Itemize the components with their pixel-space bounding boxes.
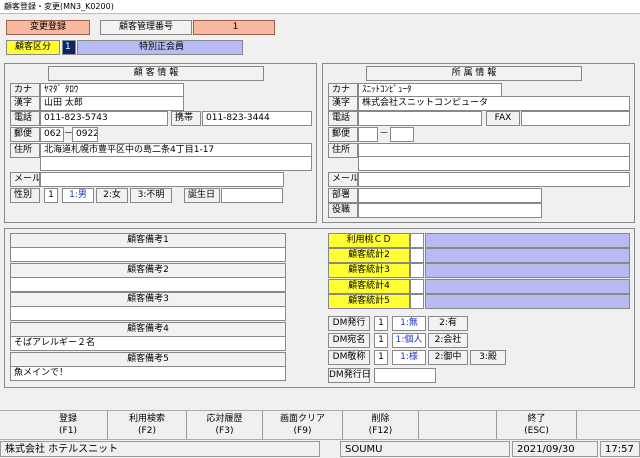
remark3-label: 顧客備考3 <box>10 292 286 307</box>
category-label: 顧客区分 <box>6 40 60 55</box>
customer-gender-code-field[interactable]: 1 <box>44 188 58 203</box>
customer-address-label: 住所 <box>10 143 40 158</box>
customer-mobile-field[interactable]: 011-823-3444 <box>202 111 312 126</box>
register-button[interactable]: 登録 (F1) <box>29 411 108 439</box>
customer-birthday-field[interactable] <box>221 188 283 203</box>
remark1-field[interactable] <box>10 247 286 262</box>
dm-dest-option-personal[interactable]: 1:個人 <box>392 333 426 348</box>
stat2-label: 顧客統計2 <box>328 248 410 263</box>
customer-mail-label: メール <box>10 172 40 187</box>
customer-gender-option-female[interactable]: 2:女 <box>96 188 128 203</box>
customer-no-field[interactable]: 1 <box>193 20 275 35</box>
remark1-label: 顧客備考1 <box>10 233 286 248</box>
stat4-code-field[interactable] <box>410 279 424 294</box>
dm-date-label: DM発行日 <box>328 368 370 383</box>
stat5-name-field <box>425 294 630 309</box>
contact-history-button[interactable]: 応対履歴 (F3) <box>187 411 263 439</box>
customer-phone-field[interactable]: 011-823-5743 <box>40 111 168 126</box>
customer-birthday-label: 誕生日 <box>184 188 220 203</box>
dm-honorific-option-dono[interactable]: 3:殿 <box>470 350 506 365</box>
dm-date-field[interactable] <box>374 368 436 383</box>
dm-honorific-option-sama[interactable]: 1:様 <box>392 350 426 365</box>
empty-function-key <box>419 411 497 439</box>
status-user: SOUMU <box>340 441 510 457</box>
mode-badge: 変更登録 <box>6 20 90 35</box>
stat3-code-field[interactable] <box>410 263 424 278</box>
customer-kanji-field[interactable]: 山田 太郎 <box>40 96 184 111</box>
affiliation-dept-label: 部署 <box>328 188 358 203</box>
affiliation-dept-field[interactable] <box>358 188 542 203</box>
usage-cd-name-field <box>425 233 630 248</box>
usage-search-button[interactable]: 利用検索 (F2) <box>108 411 187 439</box>
affiliation-kanji-field[interactable]: 株式会社スニットコンピュータ <box>358 96 630 111</box>
remark2-field[interactable] <box>10 277 286 292</box>
affiliation-mail-field[interactable] <box>358 172 630 187</box>
affiliation-address2-field[interactable] <box>358 156 630 171</box>
customer-zip1-field[interactable]: 062 <box>40 127 64 142</box>
affiliation-zip2-field[interactable] <box>390 127 414 142</box>
status-time: 17:57 <box>600 441 640 457</box>
remark3-field[interactable] <box>10 306 286 321</box>
affiliation-mail-label: メール <box>328 172 358 187</box>
clear-screen-button[interactable]: 画面クリア (F9) <box>263 411 343 439</box>
remark5-field[interactable]: 魚メインで！ <box>10 366 286 381</box>
category-code-field[interactable]: 1 <box>62 40 76 55</box>
customer-address2-field[interactable] <box>40 156 312 171</box>
stat4-name-field <box>425 279 630 294</box>
dm-honorific-option-onchu[interactable]: 2:御中 <box>428 350 468 365</box>
customer-zip2-field[interactable]: 0922 <box>72 127 98 142</box>
remark4-label: 顧客備考4 <box>10 322 286 337</box>
remark2-label: 顧客備考2 <box>10 263 286 278</box>
affiliation-address-label: 住所 <box>328 143 358 158</box>
exit-button[interactable]: 終了 (ESC) <box>497 411 577 439</box>
affiliation-fax-label: FAX <box>486 111 520 126</box>
status-date: 2021/09/30 <box>512 441 598 457</box>
delete-button[interactable]: 削除 (F12) <box>343 411 419 439</box>
customer-gender-label: 性別 <box>10 188 40 203</box>
dm-honorific-code-field[interactable]: 1 <box>374 350 388 365</box>
stat3-name-field <box>425 263 630 278</box>
affiliation-zip1-field[interactable] <box>358 127 378 142</box>
affiliation-kanji-label: 漢字 <box>328 96 358 111</box>
category-name-field: 特別正会員 <box>77 40 243 55</box>
usage-cd-code-field[interactable] <box>410 233 424 248</box>
customer-zip-label: 郵便 <box>10 127 40 142</box>
customer-mail-field[interactable] <box>40 172 284 187</box>
customer-info-title: 顧 客 情 報 <box>48 66 264 81</box>
dm-dest-label: DM宛名 <box>328 333 370 348</box>
stat5-label: 顧客統計5 <box>328 294 410 309</box>
remark4-field[interactable]: そばアレルギー２名 <box>10 336 286 351</box>
customer-zip-separator: － <box>64 129 74 139</box>
stat3-label: 顧客統計3 <box>328 263 410 278</box>
customer-kanji-label: 漢字 <box>10 96 40 111</box>
remark5-label: 顧客備考5 <box>10 352 286 367</box>
stat5-code-field[interactable] <box>410 294 424 309</box>
customer-phone-label: 電話 <box>10 111 40 126</box>
customer-gender-option-male[interactable]: 1:男 <box>62 188 94 203</box>
usage-cd-label: 利用桃ＣＤ <box>328 233 410 248</box>
affiliation-zip-separator: － <box>379 129 389 139</box>
dm-issue-label: DM発行 <box>328 316 370 331</box>
window-title: 顧客登録・変更(MN3_K0200) <box>0 0 640 14</box>
affiliation-phone-label: 電話 <box>328 111 358 126</box>
dm-dest-code-field[interactable]: 1 <box>374 333 388 348</box>
affiliation-zip-label: 郵便 <box>328 127 358 142</box>
affiliation-position-field[interactable] <box>358 203 542 218</box>
affiliation-phone-field[interactable] <box>358 111 482 126</box>
dm-dest-option-company[interactable]: 2:会社 <box>428 333 468 348</box>
dm-honorific-label: DM敬称 <box>328 350 370 365</box>
affiliation-info-title: 所 属 情 報 <box>366 66 582 81</box>
customer-no-label: 顧客管理番号 <box>100 20 192 35</box>
status-company: 株式会社 ホテルスニット <box>0 441 320 457</box>
affiliation-fax-field[interactable] <box>521 111 630 126</box>
customer-mobile-label: 携帯 <box>171 111 201 126</box>
dm-issue-option-yes[interactable]: 2:有 <box>428 316 468 331</box>
dm-issue-option-no[interactable]: 1:無 <box>392 316 426 331</box>
stat2-code-field[interactable] <box>410 248 424 263</box>
dm-issue-code-field[interactable]: 1 <box>374 316 388 331</box>
customer-gender-option-unknown[interactable]: 3:不明 <box>130 188 172 203</box>
stat4-label: 顧客統計4 <box>328 279 410 294</box>
stat2-name-field <box>425 248 630 263</box>
affiliation-position-label: 役職 <box>328 203 358 218</box>
